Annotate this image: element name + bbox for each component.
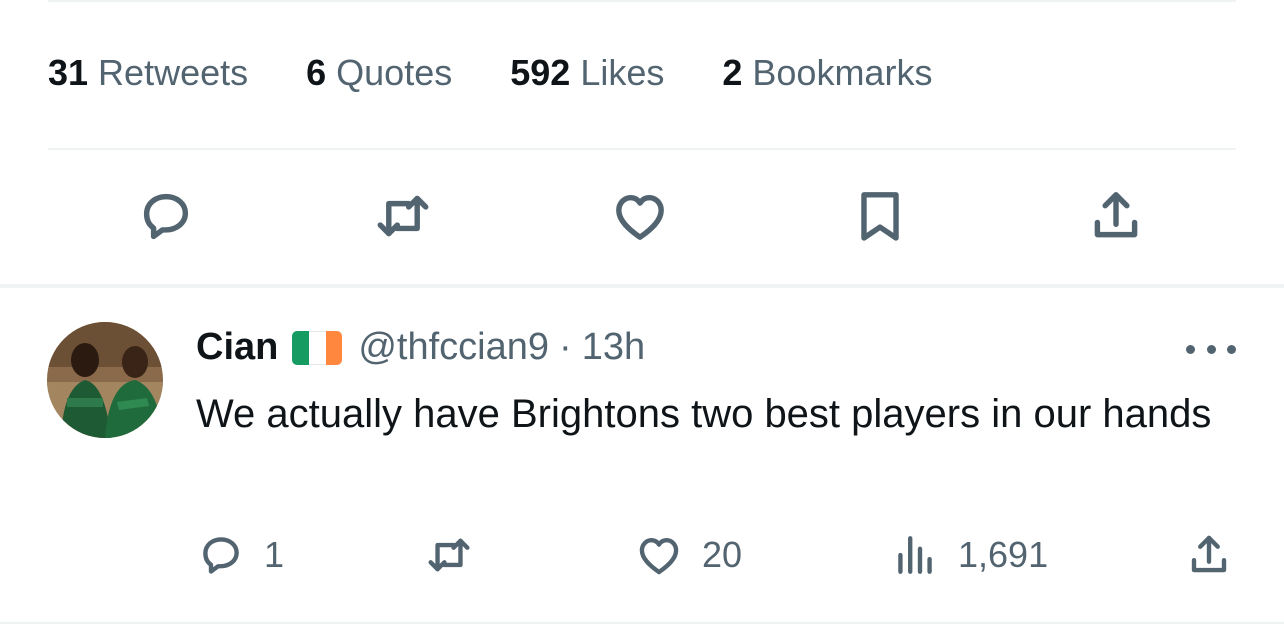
bookmark-button[interactable] <box>845 181 915 251</box>
retweet-icon <box>377 195 429 237</box>
stats-divider <box>48 148 1236 150</box>
reply-bottom-divider <box>0 622 1284 624</box>
like-icon <box>639 538 679 575</box>
reply-like-button[interactable]: 20 <box>634 530 742 580</box>
quotes-label: Quotes <box>336 52 453 93</box>
more-dot-icon <box>1206 344 1216 354</box>
share-button[interactable] <box>1081 181 1151 251</box>
retweets-count: 31 <box>48 52 89 93</box>
like-button[interactable] <box>605 181 675 251</box>
reply-views-button[interactable]: 1,691 <box>890 530 1048 580</box>
quotes-count: 6 <box>306 52 327 93</box>
reply-retweet-button[interactable] <box>424 530 492 580</box>
reply-button[interactable] <box>131 181 201 251</box>
more-dot-icon <box>1227 344 1236 354</box>
bookmarks-label: Bookmarks <box>752 52 933 93</box>
likes-count: 592 <box>510 52 571 93</box>
views-icon <box>898 536 932 574</box>
top-divider <box>48 0 1236 2</box>
reply-reply-button[interactable]: 1 <box>196 530 284 580</box>
reply-count: 1 <box>264 534 285 575</box>
avatar[interactable] <box>47 322 163 438</box>
more-dot-icon <box>1186 344 1195 354</box>
reply-icon <box>143 193 189 240</box>
tweet-stats-row: 31 Retweets 6 Quotes 592 Likes 2 Bookmarks <box>48 52 990 94</box>
share-icon <box>1094 192 1138 238</box>
retweet-button[interactable] <box>368 181 438 251</box>
more-options-button[interactable] <box>1186 334 1236 364</box>
like-count: 20 <box>702 534 743 575</box>
avatar-image <box>47 322 163 438</box>
author-name[interactable]: Cian <box>196 326 278 369</box>
retweets-stat[interactable]: 31 Retweets <box>48 52 248 94</box>
reply-share-button[interactable] <box>1184 530 1234 580</box>
retweet-icon <box>428 538 470 572</box>
quotes-stat[interactable]: 6 Quotes <box>306 52 452 94</box>
separator-dot: · <box>559 326 572 368</box>
timestamp[interactable]: 13h <box>582 326 645 369</box>
like-icon <box>616 194 664 240</box>
ireland-flag-icon <box>292 330 343 365</box>
reply-text: We actually have Brightons two best play… <box>196 392 1212 436</box>
bookmarks-count: 2 <box>722 52 743 93</box>
reply-icon <box>203 537 239 574</box>
bookmark-icon <box>861 192 899 241</box>
tweet-bottom-divider <box>0 284 1284 288</box>
views-count: 1,691 <box>958 534 1049 575</box>
share-icon <box>1191 535 1227 573</box>
retweets-label: Retweets <box>98 52 249 93</box>
reply-header: Cian @thfccian9 · 13h <box>196 326 645 369</box>
likes-stat[interactable]: 592 Likes <box>510 52 664 94</box>
author-handle[interactable]: @thfccian9 <box>358 326 549 369</box>
likes-label: Likes <box>580 52 665 93</box>
bookmarks-stat[interactable]: 2 Bookmarks <box>722 52 932 94</box>
